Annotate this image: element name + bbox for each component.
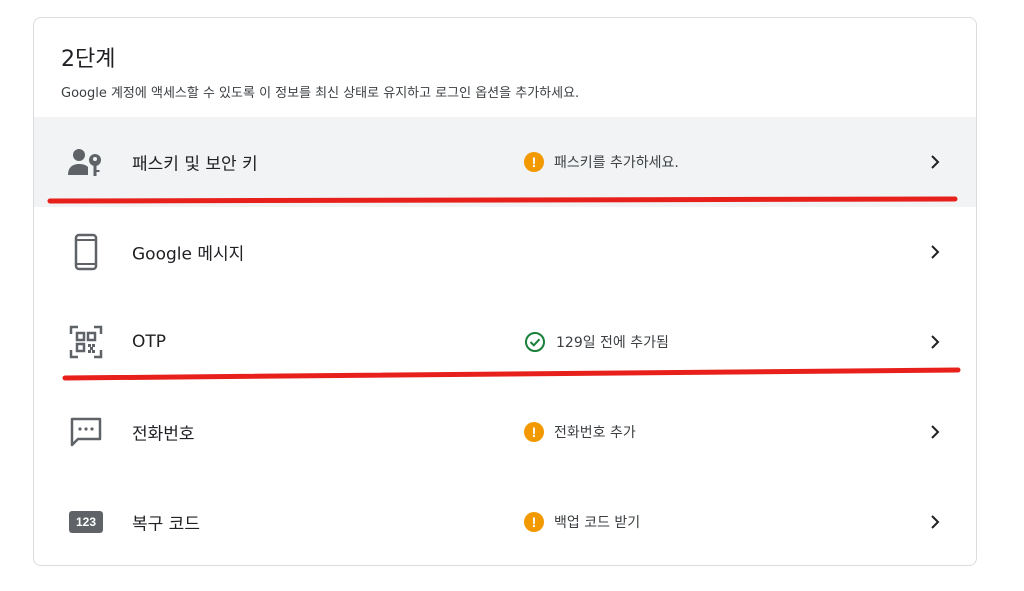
chevron-right-icon bbox=[931, 425, 940, 439]
phone-icon bbox=[66, 232, 106, 272]
number-badge-text: 123 bbox=[69, 511, 103, 533]
qr-code-icon bbox=[66, 322, 106, 362]
two-step-card: 2단계 Google 계정에 액세스할 수 있도록 이 정보를 최신 상태로 유… bbox=[33, 17, 977, 566]
row-label: Google 메시지 bbox=[132, 244, 245, 265]
row-label: 복구 코드 bbox=[132, 514, 200, 535]
section-subtitle: Google 계정에 액세스할 수 있도록 이 정보를 최신 상태로 유지하고 … bbox=[61, 86, 580, 101]
chevron-right-icon bbox=[931, 515, 940, 529]
row-status: ! 전화번호 추가 bbox=[524, 422, 636, 442]
card-header: 2단계 Google 계정에 액세스할 수 있도록 이 정보를 최신 상태로 유… bbox=[61, 45, 579, 103]
row-passkeys[interactable]: 패스키 및 보안 키 ! 패스키를 추가하세요. bbox=[34, 117, 976, 207]
row-phone-number[interactable]: 전화번호 ! 전화번호 추가 bbox=[34, 387, 976, 477]
row-status-text: 129일 전에 추가됨 bbox=[556, 335, 669, 351]
warning-icon: ! bbox=[524, 422, 544, 442]
row-status: ! 백업 코드 받기 bbox=[524, 512, 640, 532]
warning-icon: ! bbox=[524, 152, 544, 172]
row-recovery-codes[interactable]: 123 복구 코드 ! 백업 코드 받기 bbox=[34, 477, 976, 565]
row-label: OTP bbox=[132, 332, 167, 352]
row-status-text: 패스키를 추가하세요. bbox=[554, 155, 679, 171]
passkey-icon bbox=[66, 142, 106, 182]
chevron-right-icon bbox=[931, 155, 940, 169]
chevron-right-icon bbox=[931, 335, 940, 349]
row-status: 129일 전에 추가됨 bbox=[524, 331, 669, 353]
row-otp[interactable]: OTP 129일 전에 추가됨 bbox=[34, 297, 976, 387]
row-label: 전화번호 bbox=[132, 424, 195, 445]
number-badge-icon: 123 bbox=[66, 502, 106, 542]
chevron-right-icon bbox=[931, 245, 940, 259]
check-circle-icon bbox=[525, 332, 545, 352]
message-icon bbox=[66, 412, 106, 452]
row-google-messages[interactable]: Google 메시지 bbox=[34, 207, 976, 297]
row-label: 패스키 및 보안 키 bbox=[132, 154, 258, 175]
row-status-text: 백업 코드 받기 bbox=[554, 515, 641, 531]
row-status-text: 전화번호 추가 bbox=[554, 425, 636, 441]
section-title: 2단계 bbox=[61, 47, 116, 72]
row-status: ! 패스키를 추가하세요. bbox=[524, 152, 679, 172]
warning-icon: ! bbox=[524, 512, 544, 532]
